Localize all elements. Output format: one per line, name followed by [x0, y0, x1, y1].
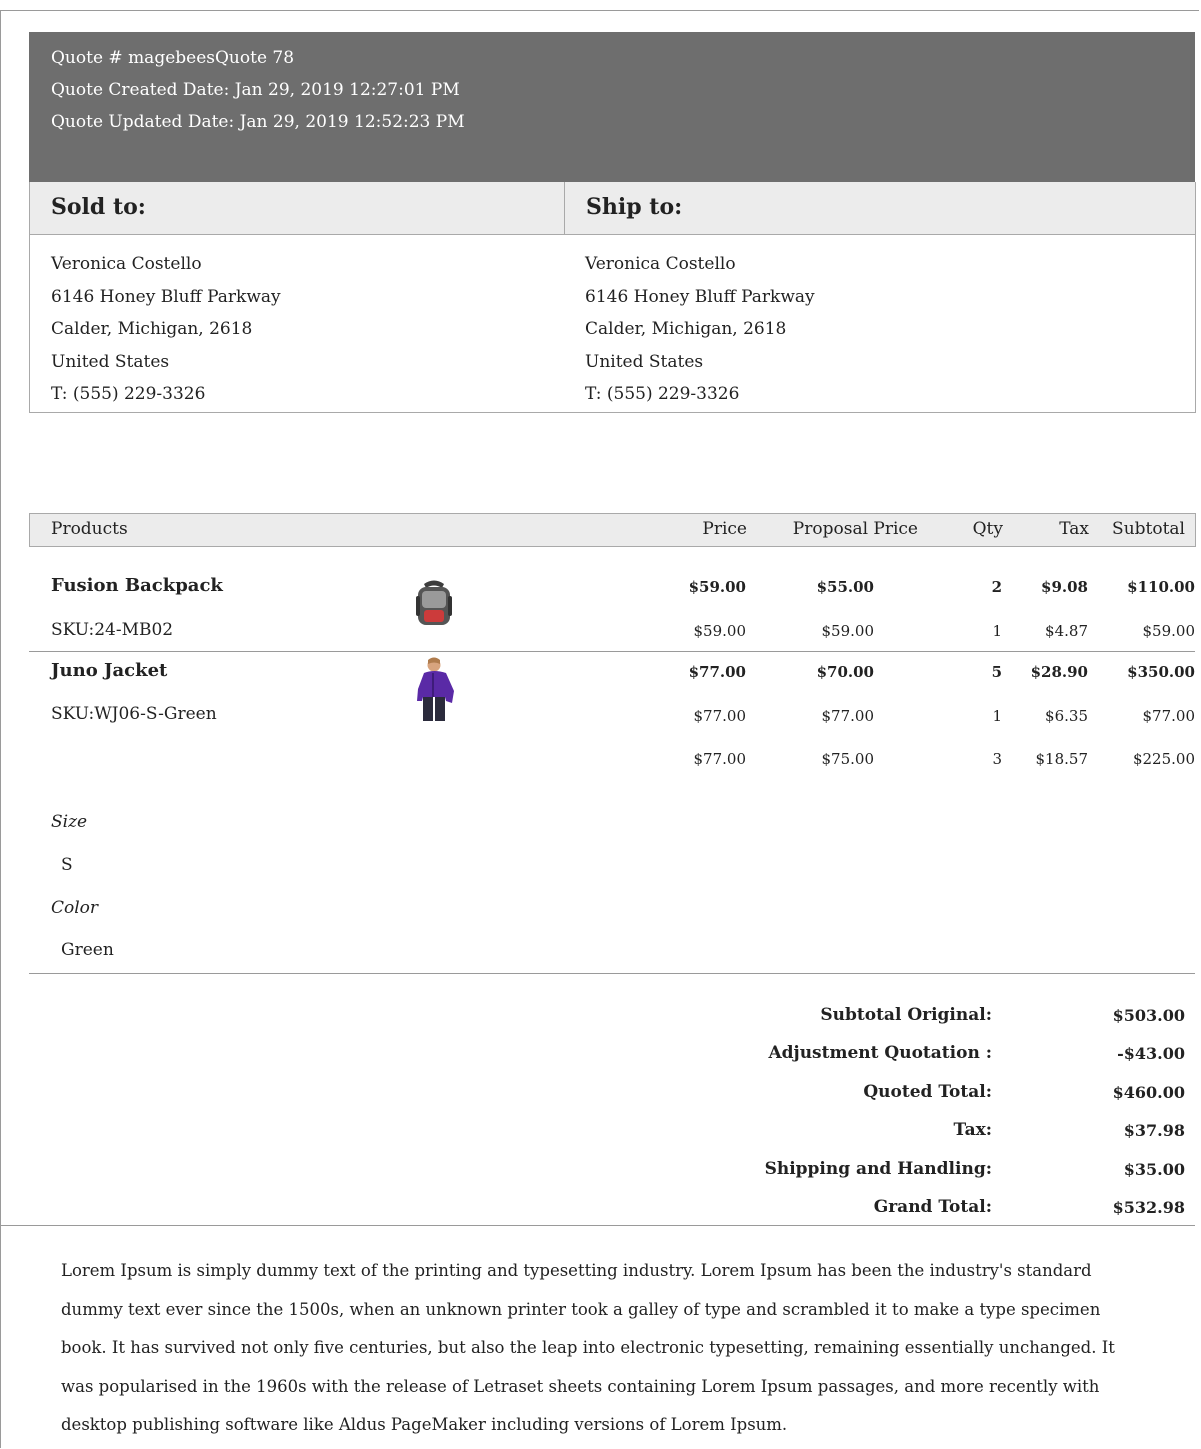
- tier-qty: 3: [992, 750, 1002, 768]
- backpack-icon[interactable]: [412, 578, 456, 632]
- quote-header: Quote # magebeesQuote 78 Quote Created D…: [29, 32, 1195, 182]
- item-price: $77.00: [688, 663, 746, 681]
- item-tax: $28.90: [1030, 663, 1088, 681]
- tier-proposal-price: $77.00: [821, 707, 875, 725]
- sold-to-street: 6146 Honey Bluff Parkway: [51, 286, 281, 307]
- item-price: $59.00: [688, 578, 746, 596]
- tier-subtotal: $59.00: [1142, 622, 1196, 640]
- sold-to-name: Veronica Costello: [51, 254, 202, 274]
- table-bottom-divider: [29, 973, 1195, 974]
- item-tax: $9.08: [1041, 578, 1088, 596]
- ship-to-country: United States: [585, 351, 704, 372]
- tier-proposal-price: $59.00: [821, 622, 875, 640]
- totals-label-adjustment: Adjustment Quotation :: [768, 1043, 992, 1063]
- ship-to-title: Ship to:: [586, 194, 683, 220]
- items-table-header: Products Price Proposal Price Qty Tax Su…: [29, 513, 1196, 547]
- ship-to-city: Calder, Michigan, 2618: [585, 319, 787, 339]
- product-sku: SKU:WJ06-S-Green: [51, 704, 217, 724]
- totals-value-quoted-total: $460.00: [1112, 1083, 1185, 1102]
- totals-label-quoted-total: Quoted Total:: [863, 1082, 992, 1102]
- col-proposal-price: Proposal Price: [792, 519, 918, 539]
- option-value-size: S: [61, 855, 73, 875]
- totals-value-subtotal-original: $503.00: [1112, 1006, 1185, 1025]
- sold-to-phone: T: (555) 229-3326: [51, 384, 206, 404]
- ship-to-street: 6146 Honey Bluff Parkway: [585, 286, 815, 307]
- tier-price: $77.00: [693, 707, 747, 725]
- product-name[interactable]: Fusion Backpack: [51, 575, 223, 596]
- item-qty: 5: [991, 663, 1002, 681]
- quote-number: Quote # magebeesQuote 78: [51, 48, 295, 68]
- item-qty: 2: [991, 578, 1002, 596]
- tier-tax: $6.35: [1045, 707, 1088, 725]
- ship-to-header: Ship to:: [565, 182, 1195, 235]
- totals-value-adjustment: -$43.00: [1117, 1044, 1185, 1063]
- totals-label-tax: Tax:: [953, 1120, 992, 1140]
- item-proposal-price: $55.00: [816, 578, 874, 596]
- tier-price: $77.00: [693, 750, 747, 768]
- option-label-color: Color: [51, 898, 99, 918]
- product-name[interactable]: Juno Jacket: [51, 660, 167, 681]
- product-sku: SKU:24-MB02: [51, 620, 174, 640]
- tier-qty: 1: [992, 622, 1002, 640]
- tier-tax: $18.57: [1035, 750, 1089, 768]
- ship-to-phone: T: (555) 229-3326: [585, 384, 740, 404]
- option-value-color: Green: [61, 940, 114, 960]
- totals-value-grand-total: $532.98: [1112, 1198, 1185, 1217]
- footer-note: Lorem Ipsum is simply dummy text of the …: [61, 1261, 1115, 1434]
- tier-subtotal: $77.00: [1142, 707, 1196, 725]
- row-divider: [29, 651, 1195, 652]
- item-subtotal: $110.00: [1127, 578, 1195, 596]
- sold-to-address: Veronica Costello 6146 Honey Bluff Parkw…: [51, 248, 281, 411]
- totals-label-subtotal-original: Subtotal Original:: [820, 1005, 992, 1025]
- ship-to-name: Veronica Costello: [585, 254, 736, 274]
- address-section: Sold to: Ship to: Veronica Costello 6146…: [29, 182, 1196, 413]
- ship-to-address: Veronica Costello 6146 Honey Bluff Parkw…: [585, 248, 815, 411]
- totals-value-shipping: $35.00: [1123, 1160, 1185, 1179]
- sold-to-header: Sold to:: [30, 182, 565, 235]
- tier-subtotal: $225.00: [1132, 750, 1195, 768]
- totals-bottom-divider: [0, 1225, 1195, 1226]
- col-qty: Qty: [972, 519, 1003, 539]
- sold-to-country: United States: [51, 351, 170, 372]
- col-tax: Tax: [1059, 519, 1089, 539]
- tier-proposal-price: $75.00: [821, 750, 875, 768]
- col-products: Products: [51, 519, 128, 539]
- totals-label-grand-total: Grand Total:: [873, 1197, 992, 1217]
- quote-created-date: Quote Created Date: Jan 29, 2019 12:27:0…: [51, 80, 460, 100]
- sold-to-title: Sold to:: [51, 194, 146, 220]
- sold-to-city: Calder, Michigan, 2618: [51, 319, 253, 339]
- col-subtotal: Subtotal: [1112, 519, 1185, 539]
- option-label-size: Size: [51, 812, 88, 832]
- totals-label-shipping: Shipping and Handling:: [764, 1159, 992, 1179]
- jacket-icon[interactable]: [414, 657, 458, 727]
- quote-updated-date: Quote Updated Date: Jan 29, 2019 12:52:2…: [51, 112, 465, 132]
- totals-value-tax: $37.98: [1123, 1121, 1185, 1140]
- col-price: Price: [702, 519, 747, 539]
- tier-qty: 1: [992, 707, 1002, 725]
- tier-tax: $4.87: [1045, 622, 1088, 640]
- tier-price: $59.00: [693, 622, 747, 640]
- item-proposal-price: $70.00: [816, 663, 874, 681]
- item-subtotal: $350.00: [1127, 663, 1195, 681]
